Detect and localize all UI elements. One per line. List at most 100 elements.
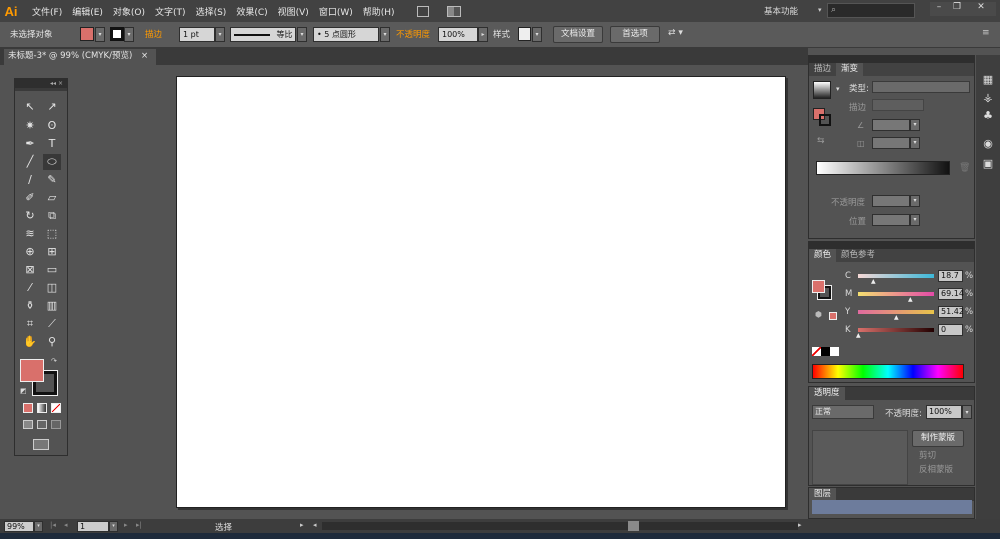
- make-mask-button[interactable]: 制作蒙版: [912, 430, 964, 447]
- invert-mask-label[interactable]: 反相蒙版: [919, 463, 953, 475]
- page-dropdown[interactable]: ▾: [109, 521, 118, 532]
- zoom-field[interactable]: 99%: [4, 521, 34, 532]
- stroke-profile-dropdown[interactable]: ▾: [297, 27, 307, 42]
- channel-y-field[interactable]: 51.42: [938, 306, 964, 318]
- menu-help[interactable]: 帮助(H): [363, 5, 395, 18]
- hand-tool-icon[interactable]: ✋: [21, 334, 39, 350]
- page-field[interactable]: 1: [77, 521, 109, 532]
- default-colors-icon[interactable]: ◩: [20, 387, 27, 395]
- dock-appearance-icon[interactable]: ◉: [978, 135, 998, 153]
- blob-brush-tool-icon[interactable]: ✐: [21, 190, 39, 206]
- color-spectrum[interactable]: [812, 364, 964, 379]
- tab-transparency[interactable]: 透明度: [809, 387, 845, 400]
- scroll-right-icon[interactable]: ▸: [798, 521, 802, 529]
- stroke-weight-dropdown[interactable]: ▾: [215, 27, 225, 42]
- menu-object[interactable]: 对象(O): [113, 5, 145, 18]
- stroke-gradient-buttons[interactable]: [872, 99, 924, 111]
- transparency-opacity-dropdown[interactable]: ▾: [962, 405, 972, 419]
- artboard-tool-icon[interactable]: ⌗: [21, 316, 39, 332]
- document-setup-button[interactable]: 文档设置: [553, 26, 603, 43]
- tab-stroke[interactable]: 描边: [809, 63, 836, 76]
- document-tab[interactable]: 未标题-3* @ 99% (CMYK/预览) ×: [4, 49, 157, 65]
- ellipse-tool-icon[interactable]: ⬭: [43, 154, 61, 170]
- channel-c-field[interactable]: 18.7: [938, 270, 963, 282]
- color-mode-button[interactable]: [23, 403, 33, 413]
- stroke-label[interactable]: 描边: [145, 28, 162, 42]
- menu-edit[interactable]: 编辑(E): [72, 5, 103, 18]
- search-input[interactable]: ⌕: [827, 3, 915, 18]
- menu-window[interactable]: 窗口(W): [319, 5, 353, 18]
- first-page-icon[interactable]: |◂: [50, 521, 56, 529]
- none-swatch[interactable]: [812, 347, 821, 356]
- tools-panel-header[interactable]: ◂◂ ×: [15, 79, 67, 88]
- scale-tool-icon[interactable]: ⧉: [43, 208, 61, 224]
- status-tool-label[interactable]: 选择: [215, 521, 232, 533]
- chevron-down-icon[interactable]: ▾: [818, 6, 822, 14]
- angle-dropdown[interactable]: ▾: [910, 119, 920, 131]
- aspect-ratio-field[interactable]: [872, 137, 910, 149]
- channel-m-slider[interactable]: [858, 292, 934, 296]
- channel-m-field[interactable]: 69.14: [938, 288, 964, 300]
- dock-brushes-icon[interactable]: ⚶: [978, 89, 998, 107]
- channel-k-slider[interactable]: [858, 328, 934, 332]
- prev-page-icon[interactable]: ◂: [64, 521, 68, 529]
- artboard[interactable]: [176, 76, 786, 508]
- workspace-switcher[interactable]: 基本功能: [764, 5, 798, 17]
- preferences-button[interactable]: 首选项: [610, 26, 660, 43]
- black-swatch[interactable]: [821, 347, 830, 356]
- direct-selection-tool-icon[interactable]: ↗: [43, 99, 61, 115]
- close-button[interactable]: ✕: [966, 2, 996, 16]
- gradient-mode-button[interactable]: [37, 403, 47, 413]
- channel-y-thumb[interactable]: ▲: [894, 314, 899, 321]
- menu-type[interactable]: 文字(T): [155, 5, 186, 18]
- fill-color-swatch[interactable]: [20, 359, 44, 382]
- zoom-tool-icon[interactable]: ⚲: [43, 334, 61, 350]
- selection-tool-icon[interactable]: ↖: [21, 99, 39, 115]
- stroke-weight-field[interactable]: 1 pt: [179, 27, 215, 42]
- type-tool-icon[interactable]: T: [43, 136, 61, 152]
- menu-select[interactable]: 选择(S): [196, 5, 227, 18]
- slice-tool-icon[interactable]: ⟋: [43, 316, 61, 332]
- scrollbar-thumb[interactable]: [628, 521, 639, 531]
- perspective-grid-tool-icon[interactable]: ⊞: [43, 244, 61, 260]
- transparency-opacity-field[interactable]: 100%: [926, 405, 962, 419]
- channel-c-thumb[interactable]: ▲: [871, 278, 876, 285]
- paintbrush-tool-icon[interactable]: ∕: [21, 172, 39, 188]
- gradient-preview-swatch[interactable]: [813, 81, 831, 99]
- lasso-tool-icon[interactable]: ʘ: [43, 118, 61, 134]
- next-page-icon[interactable]: ▸: [124, 521, 128, 529]
- location-dropdown[interactable]: ▾: [910, 214, 920, 226]
- minimize-button[interactable]: –: [930, 2, 948, 16]
- menu-effect[interactable]: 效果(C): [236, 5, 267, 18]
- fill-dropdown[interactable]: ▾: [95, 27, 105, 42]
- tab-color-guide[interactable]: 颜色参考: [836, 249, 880, 262]
- restore-button[interactable]: ❐: [948, 2, 966, 16]
- gradient-opacity-field[interactable]: [872, 195, 910, 207]
- menu-file[interactable]: 文件(F): [32, 5, 62, 18]
- stroke-swatch[interactable]: [110, 27, 124, 41]
- tab-color[interactable]: 颜色: [809, 249, 837, 262]
- column-graph-tool-icon[interactable]: ▥: [43, 298, 61, 314]
- opacity-dropdown[interactable]: ▸: [478, 27, 488, 42]
- clip-checkbox-label[interactable]: 剪切: [919, 449, 936, 461]
- style-swatch[interactable]: [518, 27, 531, 41]
- close-icon[interactable]: ×: [141, 51, 148, 61]
- draw-normal-icon[interactable]: [23, 420, 33, 429]
- channel-m-thumb[interactable]: ▲: [908, 296, 913, 303]
- web-color-swatch[interactable]: [829, 312, 837, 320]
- arrange-icon[interactable]: ⇄ ▾: [668, 28, 683, 38]
- draw-inside-icon[interactable]: [51, 420, 61, 429]
- pencil-tool-icon[interactable]: ✎: [43, 172, 61, 188]
- white-swatch[interactable]: [830, 347, 839, 356]
- gradient-opacity-dropdown[interactable]: ▾: [910, 195, 920, 207]
- stroke-mini-icon[interactable]: [819, 114, 831, 126]
- dock-graphic-styles-icon[interactable]: ▣: [978, 155, 998, 173]
- stroke-dropdown[interactable]: ▾: [124, 27, 134, 42]
- screen-mode-icon[interactable]: [33, 439, 49, 450]
- color-fill-swatch[interactable]: [812, 280, 825, 293]
- rotate-tool-icon[interactable]: ↻: [21, 208, 39, 224]
- status-menu-icon[interactable]: ▸: [300, 521, 304, 529]
- channel-c-slider[interactable]: [858, 274, 934, 278]
- stroke-profile-select[interactable]: 等比: [230, 27, 296, 42]
- last-page-icon[interactable]: ▸|: [136, 521, 142, 529]
